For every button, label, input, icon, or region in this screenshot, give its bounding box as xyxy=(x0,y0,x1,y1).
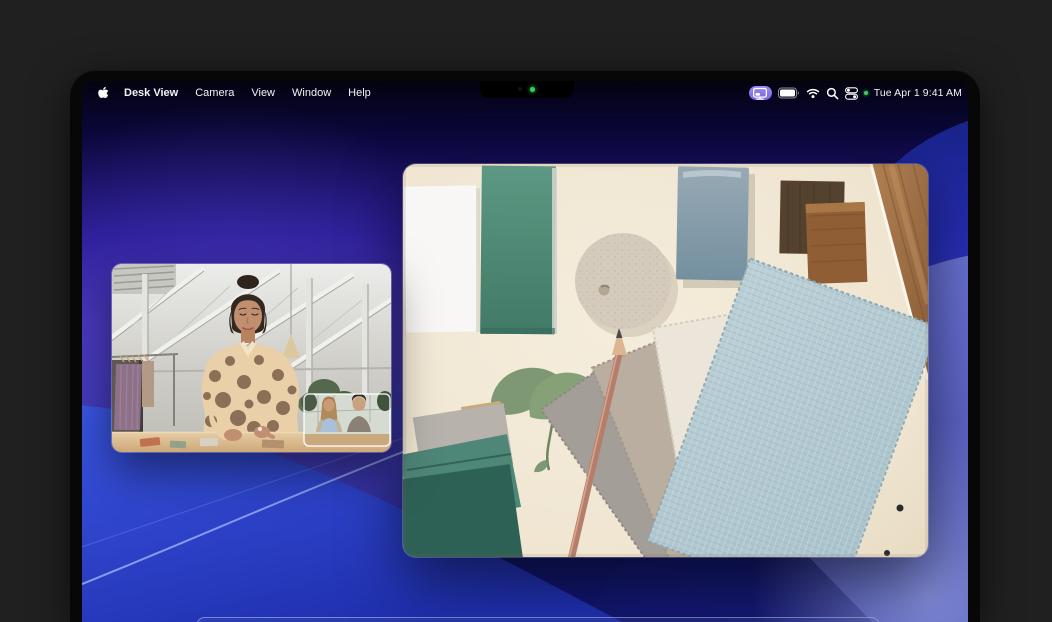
apple-logo-icon[interactable] xyxy=(96,86,110,101)
camera-in-use-indicator xyxy=(864,91,868,95)
menu-view[interactable]: View xyxy=(248,85,278,101)
control-center-icon[interactable] xyxy=(845,87,858,100)
menu-bar-clock[interactable]: Tue Apr 1 9:41 AM xyxy=(874,87,962,99)
laptop-bezel: Desk View Camera View Window Help xyxy=(70,70,980,622)
battery-full-icon[interactable] xyxy=(778,87,800,99)
desk-view-window[interactable] xyxy=(403,164,928,557)
wifi-icon[interactable] xyxy=(806,87,820,99)
camera-notch xyxy=(480,81,574,98)
facetime-video-feed xyxy=(112,264,391,452)
facetime-call-window[interactable] xyxy=(112,264,391,452)
menu-help[interactable]: Help xyxy=(345,85,374,101)
pip-tile[interactable] xyxy=(301,391,391,446)
blue-gray-glazed-tile xyxy=(676,166,755,288)
fabric-snap xyxy=(897,505,904,512)
screenshot-stage: Desk View Camera View Window Help xyxy=(0,0,1052,622)
search-icon[interactable] xyxy=(826,87,839,100)
desk-view-indicator-pill[interactable] xyxy=(749,86,772,100)
camera-active-light xyxy=(530,87,535,92)
macos-desktop: Desk View Camera View Window Help xyxy=(82,81,968,622)
menu-window[interactable]: Window xyxy=(289,85,334,101)
stacked-teal-tiles xyxy=(403,401,523,557)
menu-desk-view[interactable]: Desk View xyxy=(121,85,181,101)
brown-wood-sample xyxy=(806,202,868,284)
desk-view-feed xyxy=(403,164,928,557)
white-sample-card xyxy=(404,185,480,332)
desk-view-screen-icon xyxy=(750,85,770,102)
camera-lens xyxy=(518,87,522,91)
peeking-window-top-edge[interactable] xyxy=(196,617,880,622)
menu-camera[interactable]: Camera xyxy=(192,85,237,101)
green-ceramic-tile xyxy=(480,166,557,335)
